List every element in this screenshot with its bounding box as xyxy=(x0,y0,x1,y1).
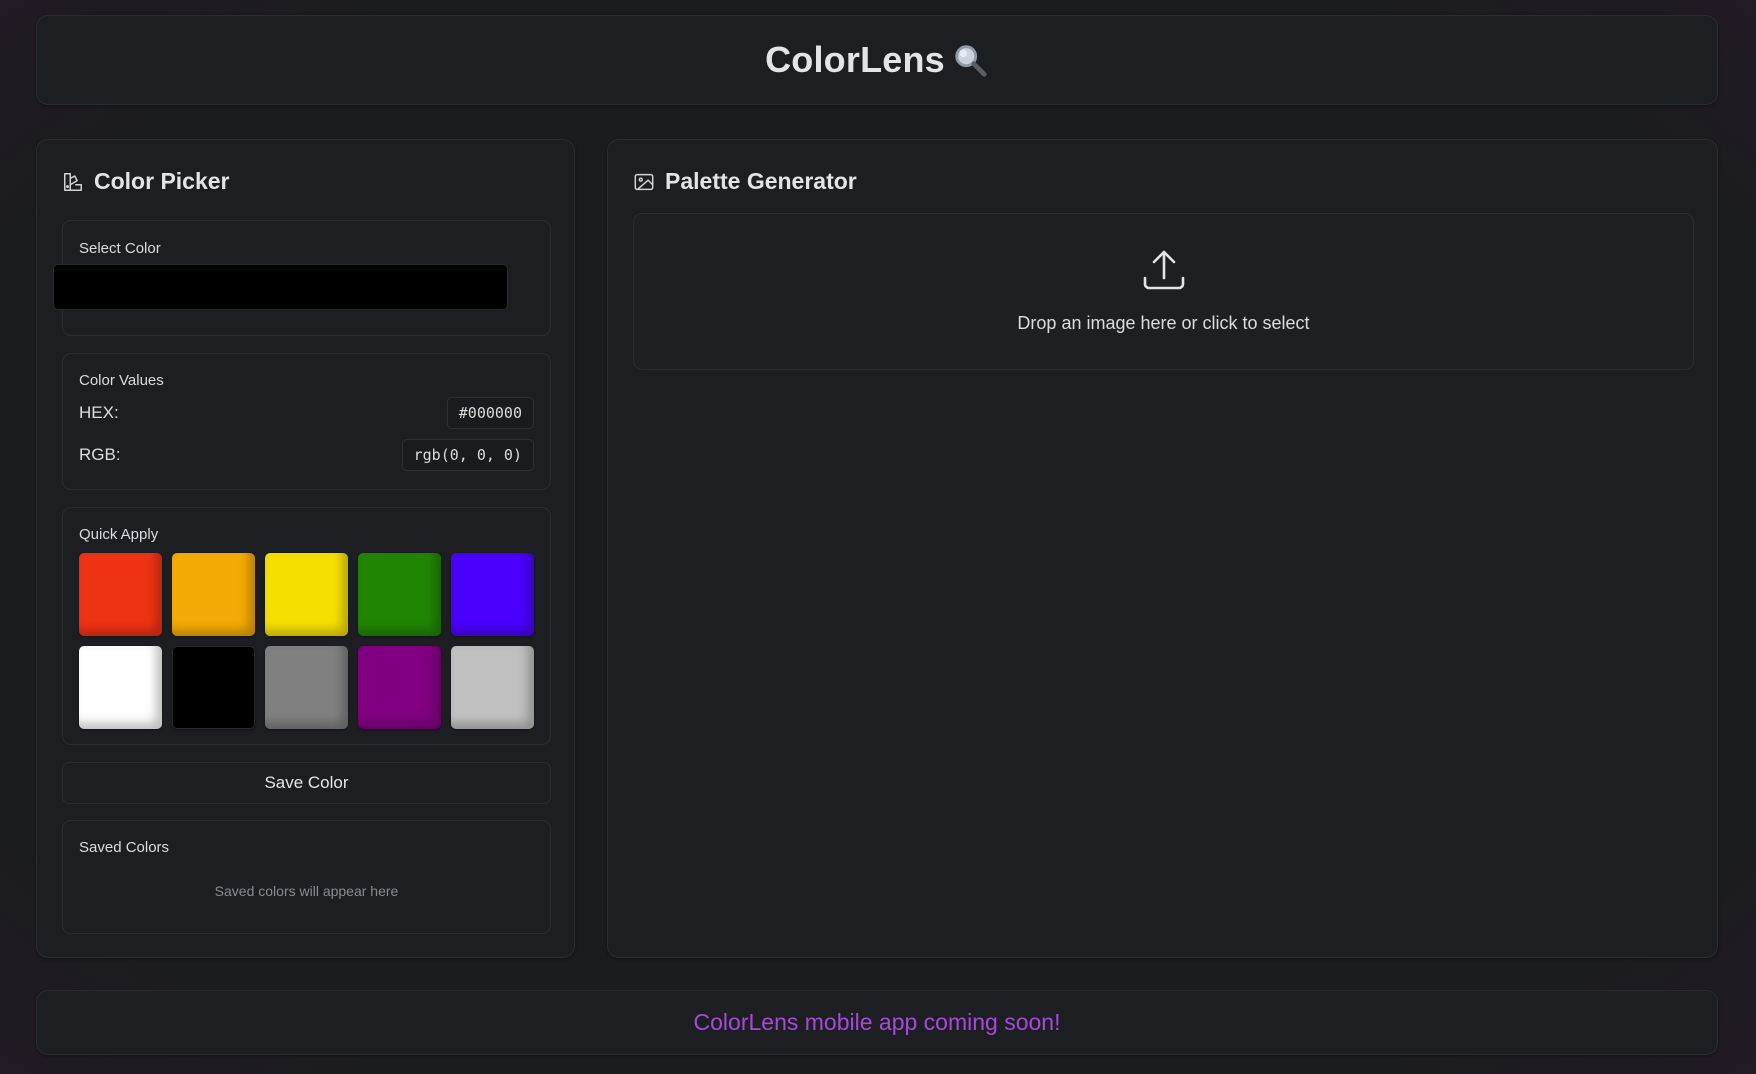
color-picker-panel: Color Picker Select Color Color Values H… xyxy=(36,139,575,958)
select-color-label: Select Color xyxy=(79,240,161,257)
quick-apply-swatch[interactable] xyxy=(358,646,441,729)
color-picker-title: Color Picker xyxy=(94,168,230,194)
app-footer: ColorLens mobile app coming soon! xyxy=(36,990,1718,1055)
app-title: ColorLens xyxy=(765,39,945,80)
quick-apply-swatch[interactable] xyxy=(172,646,255,729)
footer-announcement: ColorLens mobile app coming soon! xyxy=(693,1009,1061,1035)
palette-generator-heading: Palette Generator xyxy=(633,168,857,195)
saved-colors-card: Saved Colors Saved colors will appear he… xyxy=(62,820,551,934)
color-values-card: Color Values HEX: #000000 RGB: rgb(0, 0,… xyxy=(62,353,551,490)
saved-colors-empty-text: Saved colors will appear here xyxy=(214,883,399,899)
hex-label: HEX: xyxy=(79,403,119,422)
quick-apply-swatch[interactable] xyxy=(172,553,255,636)
quick-apply-swatch[interactable] xyxy=(451,553,534,636)
quick-apply-swatch[interactable] xyxy=(265,646,348,729)
quick-apply-swatch[interactable] xyxy=(79,646,162,729)
palette-generator-title: Palette Generator xyxy=(665,168,857,194)
saved-colors-label: Saved Colors xyxy=(79,839,170,856)
app-header: ColorLens xyxy=(36,15,1718,105)
save-color-button[interactable]: Save Color xyxy=(62,762,551,804)
quick-apply-swatch[interactable] xyxy=(358,553,441,636)
magnifying-glass-icon xyxy=(955,45,987,77)
quick-apply-label: Quick Apply xyxy=(79,526,159,543)
image-icon xyxy=(634,173,654,190)
color-input[interactable] xyxy=(53,264,508,310)
hex-value[interactable]: #000000 xyxy=(446,397,534,429)
palette-icon xyxy=(64,172,82,191)
app-title-wrap: ColorLens xyxy=(765,39,989,81)
quick-apply-swatch[interactable] xyxy=(451,646,534,729)
quick-apply-swatch[interactable] xyxy=(79,553,162,636)
swatch-grid xyxy=(79,553,534,729)
hex-row: HEX: #000000 xyxy=(79,397,534,429)
upload-icon xyxy=(1143,250,1185,290)
color-values-label: Color Values xyxy=(79,372,164,389)
rgb-label: RGB: xyxy=(79,445,121,464)
quick-apply-card: Quick Apply xyxy=(62,507,551,745)
rgb-row: RGB: rgb(0, 0, 0) xyxy=(79,439,534,471)
image-drop-zone[interactable]: Drop an image here or click to select xyxy=(633,213,1694,370)
color-picker-heading: Color Picker xyxy=(62,168,230,195)
rgb-value[interactable]: rgb(0, 0, 0) xyxy=(401,439,534,471)
drop-zone-text: Drop an image here or click to select xyxy=(1017,313,1310,333)
palette-generator-panel: Palette Generator Drop an image here or … xyxy=(607,139,1718,958)
quick-apply-swatch[interactable] xyxy=(265,553,348,636)
